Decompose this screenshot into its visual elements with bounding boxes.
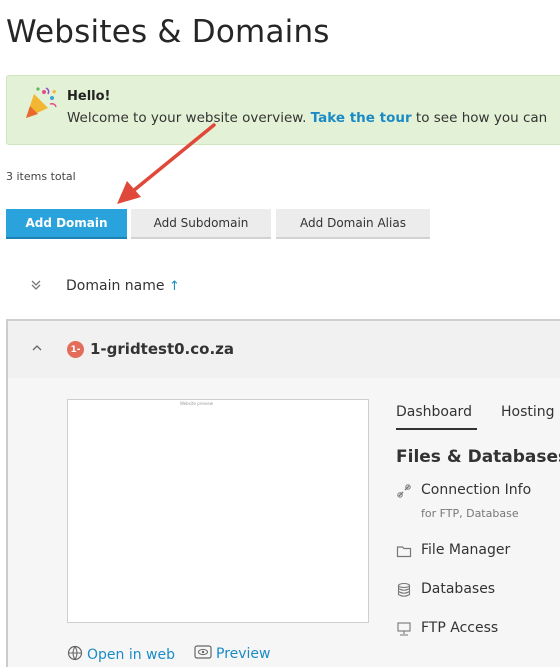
domain-status-badge: 1- [67, 341, 84, 358]
databases-link[interactable]: Databases [421, 581, 495, 597]
folder-icon [396, 543, 412, 559]
database-icon [396, 582, 412, 598]
banner-text-after: to see how you can [411, 110, 548, 126]
domain-name[interactable]: 1-gridtest0.co.za [90, 340, 234, 358]
expand-all-icon[interactable] [30, 279, 42, 294]
globe-icon [67, 645, 83, 665]
connection-info-subtitle: for FTP, Database [421, 507, 519, 520]
connection-icon [396, 483, 412, 499]
tab-dashboard[interactable]: Dashboard [396, 404, 472, 420]
column-domain-name[interactable]: Domain name ↑ [66, 278, 180, 294]
thumbnail-caption: Website preview [180, 401, 213, 406]
website-thumbnail[interactable] [67, 399, 369, 623]
connection-info-link[interactable]: Connection Info [421, 482, 531, 498]
take-tour-link[interactable]: Take the tour [311, 110, 412, 126]
ftp-access-link[interactable]: FTP Access [421, 620, 498, 636]
ftp-icon [396, 621, 412, 637]
collapse-icon[interactable] [31, 342, 43, 357]
column-domain-name-label: Domain name [66, 278, 165, 294]
active-tab-indicator [396, 428, 477, 430]
sort-ascending-icon: ↑ [168, 279, 180, 294]
banner-greeting: Hello! [67, 89, 111, 104]
party-popper-icon [20, 84, 60, 122]
add-domain-alias-button[interactable]: Add Domain Alias [276, 209, 430, 239]
eye-icon [194, 645, 212, 663]
open-in-web-label: Open in web [87, 647, 176, 663]
banner-message: Welcome to your website overview. Take t… [67, 110, 547, 126]
section-title: Files & Databases [396, 447, 560, 467]
page-title: Websites & Domains [6, 14, 330, 50]
file-manager-link[interactable]: File Manager [421, 542, 510, 558]
welcome-banner: Hello! Welcome to your website overview.… [6, 75, 560, 145]
add-subdomain-button[interactable]: Add Subdomain [131, 209, 271, 239]
banner-text-before: Welcome to your website overview. [67, 110, 311, 126]
open-in-web-link[interactable]: Open in web [67, 645, 175, 665]
tab-hosting[interactable]: Hosting [501, 404, 555, 420]
preview-link[interactable]: Preview [194, 645, 271, 663]
add-domain-button[interactable]: Add Domain [6, 209, 127, 239]
preview-label: Preview [216, 646, 271, 662]
items-total: 3 items total [6, 170, 76, 183]
